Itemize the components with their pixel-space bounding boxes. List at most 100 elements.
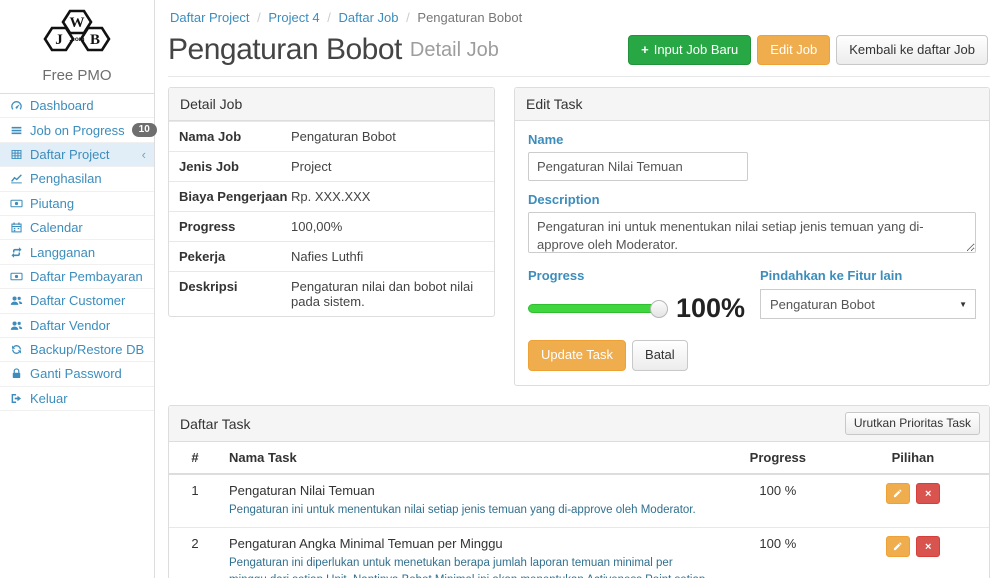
- daftar-task-panel: Daftar Task Urutkan Prioritas Task # Nam…: [168, 405, 990, 578]
- breadcrumb-link-daftar-job[interactable]: Daftar Job: [339, 10, 399, 25]
- delete-task-button[interactable]: ×: [916, 536, 940, 557]
- task-table: # Nama Task Progress Pilihan 1 Pengatura…: [169, 442, 989, 578]
- detail-value: Rp. XXX.XXX: [291, 189, 370, 204]
- logo-dotcom: .com: [69, 36, 84, 43]
- page-subtitle: Detail Job: [410, 39, 499, 62]
- sidebar-item-daftar-vendor[interactable]: Daftar Vendor: [0, 314, 154, 338]
- logo-letter-j: J: [55, 32, 63, 48]
- sidebar-item-label: Keluar: [30, 391, 68, 406]
- sidebar: W J B .com Free PMO Dashboard Job on Pro…: [0, 0, 155, 578]
- input-job-baru-button[interactable]: + Input Job Baru: [628, 35, 751, 66]
- detail-row: Nama JobPengaturan Bobot: [169, 121, 494, 151]
- breadcrumb: Daftar Project / Project 4 / Daftar Job …: [168, 0, 990, 29]
- main-content: Daftar Project / Project 4 / Daftar Job …: [155, 0, 1000, 578]
- detail-value: 100,00%: [291, 219, 342, 234]
- sign-out-icon: [9, 392, 23, 405]
- sidebar-item-ganti-password[interactable]: Ganti Password: [0, 362, 154, 386]
- back-to-job-list-button[interactable]: Kembali ke daftar Job: [836, 35, 988, 66]
- task-name: Pengaturan Angka Minimal Temuan per Ming…: [229, 536, 711, 551]
- description-label: Description: [528, 192, 976, 207]
- task-progress: 100 %: [719, 528, 837, 578]
- sidebar-item-label: Piutang: [30, 196, 74, 211]
- sidebar-menu: Dashboard Job on Progress 10 Daftar Proj…: [0, 94, 154, 411]
- brand-logo: W J B .com Free PMO: [0, 0, 154, 94]
- selected-option: Pengaturan Bobot: [770, 297, 875, 312]
- table-row: 2 Pengaturan Angka Minimal Temuan per Mi…: [169, 528, 989, 578]
- detail-row: DeskripsiPengaturan nilai dan bobot nila…: [169, 271, 494, 316]
- progress-slider[interactable]: [528, 304, 660, 313]
- breadcrumb-separator: /: [406, 10, 410, 25]
- edit-task-button[interactable]: [886, 483, 910, 504]
- edit-job-button[interactable]: Edit Job: [757, 35, 830, 66]
- detail-value: Pengaturan Bobot: [291, 129, 396, 144]
- line-chart-icon: [9, 172, 23, 185]
- breadcrumb-current: Pengaturan Bobot: [417, 10, 522, 25]
- sidebar-item-label: Dashboard: [30, 98, 94, 113]
- daftar-task-panel-title: Daftar Task: [180, 416, 251, 432]
- detail-job-panel-title: Detail Job: [169, 88, 494, 121]
- detail-label: Biaya Pengerjaan: [179, 189, 291, 204]
- sidebar-item-label: Daftar Pembayaran: [30, 269, 143, 284]
- sidebar-item-label: Calendar: [30, 220, 83, 235]
- task-description-textarea[interactable]: Pengaturan ini untuk menentukan nilai se…: [528, 212, 976, 253]
- sidebar-item-label: Daftar Customer: [30, 293, 125, 308]
- jwb-logo-icon: W J B .com: [29, 8, 125, 62]
- breadcrumb-separator: /: [257, 10, 261, 25]
- dashboard-icon: [9, 99, 23, 112]
- x-icon: ×: [925, 488, 931, 500]
- detail-label: Pekerja: [179, 249, 291, 264]
- edit-task-button[interactable]: [886, 536, 910, 557]
- sidebar-item-label: Daftar Project: [30, 147, 109, 162]
- delete-task-button[interactable]: ×: [916, 483, 940, 504]
- task-num: 1: [169, 474, 221, 527]
- x-icon: ×: [925, 541, 931, 553]
- detail-value: Nafies Luthfi: [291, 249, 363, 264]
- task-name-input[interactable]: [528, 152, 748, 181]
- task-description: Pengaturan ini untuk menentukan nilai se…: [229, 502, 711, 519]
- sidebar-item-daftar-customer[interactable]: Daftar Customer: [0, 289, 154, 313]
- page-header: Pengaturan Bobot Detail Job + Input Job …: [168, 33, 990, 67]
- breadcrumb-link-project-4[interactable]: Project 4: [268, 10, 319, 25]
- list-icon: [9, 124, 23, 137]
- sidebar-item-piutang[interactable]: Piutang: [0, 192, 154, 216]
- sidebar-item-dashboard[interactable]: Dashboard: [0, 94, 154, 118]
- progress-slider-handle[interactable]: [650, 300, 668, 318]
- column-header-num: #: [169, 442, 221, 474]
- sidebar-item-daftar-pembayaran[interactable]: Daftar Pembayaran: [0, 265, 154, 289]
- sidebar-item-job-on-progress[interactable]: Job on Progress 10: [0, 118, 154, 142]
- breadcrumb-link-daftar-project[interactable]: Daftar Project: [170, 10, 249, 25]
- sort-priority-button-top[interactable]: Urutkan Prioritas Task: [845, 412, 980, 436]
- task-progress: 100 %: [719, 474, 837, 527]
- sidebar-item-label: Penghasilan: [30, 171, 102, 186]
- table-icon: [9, 148, 23, 161]
- update-task-button[interactable]: Update Task: [528, 340, 626, 371]
- chevron-down-icon: ▼: [959, 300, 967, 309]
- column-header-nama-task: Nama Task: [221, 442, 719, 474]
- sidebar-item-daftar-project[interactable]: Daftar Project ‹: [0, 143, 154, 167]
- detail-label: Progress: [179, 219, 291, 234]
- logo-letter-b: B: [90, 32, 100, 48]
- sidebar-item-penghasilan[interactable]: Penghasilan: [0, 167, 154, 191]
- move-to-feature-select[interactable]: Pengaturan Bobot ▼: [760, 289, 976, 319]
- sidebar-item-langganan[interactable]: Langganan: [0, 240, 154, 264]
- task-description: Pengaturan ini diperlukan untuk menetuka…: [229, 555, 711, 578]
- refresh-icon: [9, 343, 23, 356]
- logo-letter-w: W: [70, 15, 85, 31]
- detail-row: Biaya PengerjaanRp. XXX.XXX: [169, 181, 494, 211]
- chevron-left-icon: ‹: [142, 147, 146, 162]
- sidebar-item-label: Daftar Vendor: [30, 318, 110, 333]
- column-header-pilihan: Pilihan: [837, 442, 989, 474]
- table-row: 1 Pengaturan Nilai Temuan Pengaturan ini…: [169, 474, 989, 527]
- sidebar-item-label: Backup/Restore DB: [30, 342, 144, 357]
- batal-button[interactable]: Batal: [632, 340, 688, 371]
- header-divider: [168, 76, 990, 77]
- plus-icon: +: [641, 42, 649, 59]
- sidebar-item-keluar[interactable]: Keluar: [0, 387, 154, 411]
- sidebar-item-calendar[interactable]: Calendar: [0, 216, 154, 240]
- name-label: Name: [528, 132, 976, 147]
- detail-row: Progress100,00%: [169, 211, 494, 241]
- calendar-icon: [9, 221, 23, 234]
- sidebar-item-backup-restore[interactable]: Backup/Restore DB: [0, 338, 154, 362]
- move-to-feature-label: Pindahkan ke Fitur lain: [760, 268, 976, 283]
- sidebar-item-label: Job on Progress: [30, 123, 125, 138]
